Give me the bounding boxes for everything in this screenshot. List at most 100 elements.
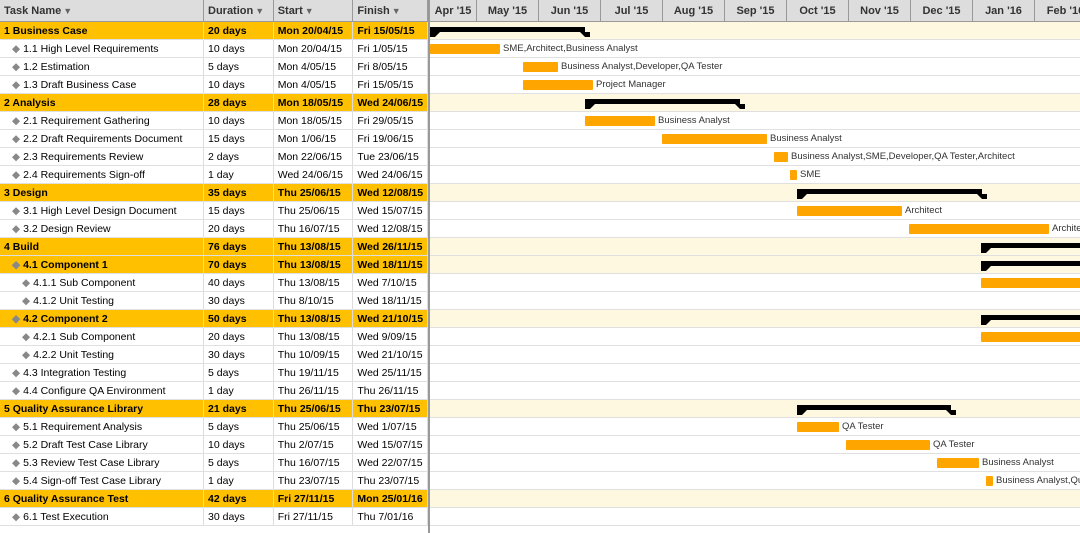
chart-header: Apr '15May '15Jun '15Jul '15Aug '15Sep '…	[430, 0, 1080, 22]
task-name: 5 Quality Assurance Library	[4, 403, 143, 415]
task-rows: 1 Business Case 20 days Mon 20/04/15 Fri…	[0, 22, 428, 526]
chart-row	[430, 418, 1080, 436]
month-header: Jan '16	[973, 0, 1035, 21]
bar-label: QA Tester	[933, 439, 975, 450]
task-bar	[790, 170, 797, 180]
task-bar	[986, 476, 993, 486]
task-name: 1.2 Estimation	[23, 61, 90, 73]
th-finish: Finish ▼	[353, 0, 428, 21]
task-bar	[774, 152, 788, 162]
month-header: Aug '15	[663, 0, 725, 21]
gantt-chart: Apr '15May '15Jun '15Jul '15Aug '15Sep '…	[430, 0, 1080, 533]
bar-label: Business Analyst,SME,Developer,QA Tester…	[791, 151, 1015, 162]
th-start-label: Start	[278, 5, 303, 17]
month-header: Jul '15	[601, 0, 663, 21]
th-duration: Duration ▼	[204, 0, 274, 21]
task-name: 2 Analysis	[4, 97, 56, 109]
task-row: ◆ 4.4 Configure QA Environment 1 day Thu…	[0, 382, 428, 400]
bar-label: QA Tester	[842, 421, 884, 432]
task-name: 4.3 Integration Testing	[23, 367, 126, 379]
task-bar	[585, 116, 655, 126]
summary-bar	[430, 27, 585, 32]
task-row: ◆ 4.1.1 Sub Component 40 days Thu 13/08/…	[0, 274, 428, 292]
task-name: 4 Build	[4, 241, 39, 253]
task-row: 1 Business Case 20 days Mon 20/04/15 Fri…	[0, 22, 428, 40]
bar-label: Architect,Developer,QA Tester	[1052, 223, 1080, 234]
bar-label: SME	[800, 169, 821, 180]
task-row: ◆ 4.2.1 Sub Component 20 days Thu 13/08/…	[0, 328, 428, 346]
month-header: Apr '15	[430, 0, 477, 21]
task-row: 3 Design 35 days Thu 25/06/15 Wed 12/08/…	[0, 184, 428, 202]
task-row: ◆ 2.2 Draft Requirements Document 15 day…	[0, 130, 428, 148]
month-header: Sep '15	[725, 0, 787, 21]
task-bar	[523, 80, 593, 90]
gantt-container: Task Name ▼ Duration ▼ Start ▼ Finish ▼ …	[0, 0, 1080, 533]
task-row: ◆ 2.3 Requirements Review 2 days Mon 22/…	[0, 148, 428, 166]
task-row: ◆ 1.1 High Level Requirements 10 days Mo…	[0, 40, 428, 58]
bar-label: Architect	[905, 205, 942, 216]
task-bar	[797, 422, 839, 432]
task-row: ◆ 4.2.2 Unit Testing 30 days Thu 10/09/1…	[0, 346, 428, 364]
task-name: 2.4 Requirements Sign-off	[23, 169, 145, 181]
summary-bar	[981, 243, 1080, 248]
summary-bar	[797, 189, 982, 194]
task-row: 6 Quality Assurance Test 42 days Fri 27/…	[0, 490, 428, 508]
chart-row	[430, 202, 1080, 220]
task-name: 3.2 Design Review	[23, 223, 111, 235]
task-row: ◆ 1.3 Draft Business Case 10 days Mon 4/…	[0, 76, 428, 94]
bar-label: Project Manager	[596, 79, 666, 90]
th-start: Start ▼	[274, 0, 354, 21]
th-finish-label: Finish	[357, 5, 389, 17]
summary-bar	[585, 99, 740, 104]
chart-row	[430, 382, 1080, 400]
task-row: ◆ 4.1 Component 1 70 days Thu 13/08/15 W…	[0, 256, 428, 274]
task-row: ◆ 6.1 Test Execution 30 days Fri 27/11/1…	[0, 508, 428, 526]
task-name: 1 Business Case	[4, 25, 87, 37]
task-name: 4.2.2 Unit Testing	[33, 349, 114, 361]
task-row: ◆ 2.4 Requirements Sign-off 1 day Wed 24…	[0, 166, 428, 184]
task-bar	[981, 332, 1080, 342]
month-header: Feb '16	[1035, 0, 1080, 21]
summary-bar	[981, 315, 1080, 320]
task-name: 4.2.1 Sub Component	[33, 331, 135, 343]
chart-row	[430, 94, 1080, 112]
chart-body: SME,Architect,Business Analyst Business A…	[430, 22, 1080, 526]
task-name: 2.2 Draft Requirements Document	[23, 133, 182, 145]
month-header: Jun '15	[539, 0, 601, 21]
task-bar	[937, 458, 979, 468]
table-header: Task Name ▼ Duration ▼ Start ▼ Finish ▼	[0, 0, 428, 22]
task-name: 2.3 Requirements Review	[23, 151, 143, 163]
task-name: 5.4 Sign-off Test Case Library	[23, 475, 161, 487]
bar-label: SME,Architect,Business Analyst	[503, 43, 638, 54]
summary-bar	[797, 405, 951, 410]
month-header: Nov '15	[849, 0, 911, 21]
month-header: Oct '15	[787, 0, 849, 21]
task-bar	[846, 440, 930, 450]
task-row: ◆ 4.3 Integration Testing 5 days Thu 19/…	[0, 364, 428, 382]
chart-row	[430, 292, 1080, 310]
chart-row	[430, 472, 1080, 490]
task-bar	[797, 206, 902, 216]
month-header: May '15	[477, 0, 539, 21]
task-name: 2.1 Requirement Gathering	[23, 115, 150, 127]
bar-label: Business Analyst,Quality Assurance Manag…	[996, 475, 1080, 486]
th-name-label: Task Name	[4, 5, 61, 17]
bar-label: Business Analyst	[770, 133, 842, 144]
chart-row	[430, 364, 1080, 382]
task-bar	[662, 134, 767, 144]
task-bar	[981, 278, 1080, 288]
task-name: 4.2 Component 2	[23, 313, 108, 325]
chart-row	[430, 112, 1080, 130]
th-name: Task Name ▼	[0, 0, 204, 21]
task-name: 6 Quality Assurance Test	[4, 493, 128, 505]
task-row: ◆ 5.1 Requirement Analysis 5 days Thu 25…	[0, 418, 428, 436]
task-name: 6.1 Test Execution	[23, 511, 109, 523]
task-row: ◆ 5.2 Draft Test Case Library 10 days Th…	[0, 436, 428, 454]
summary-bar	[981, 261, 1080, 266]
bar-label: Business Analyst	[982, 457, 1054, 468]
task-row: ◆ 3.2 Design Review 20 days Thu 16/07/15…	[0, 220, 428, 238]
task-name: 5.2 Draft Test Case Library	[23, 439, 148, 451]
task-name: 4.1 Component 1	[23, 259, 108, 271]
task-row: ◆ 5.3 Review Test Case Library 5 days Th…	[0, 454, 428, 472]
task-name: 3.1 High Level Design Document	[23, 205, 177, 217]
